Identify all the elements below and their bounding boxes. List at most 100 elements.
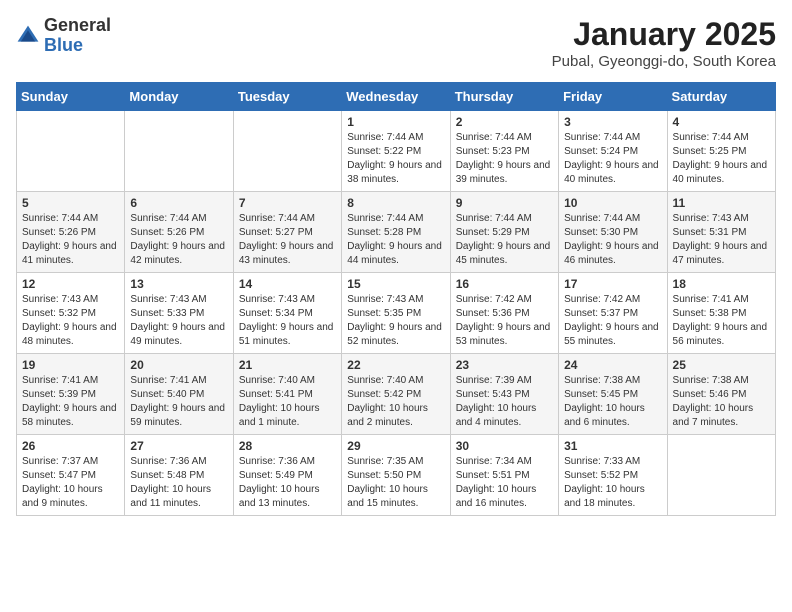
weekday-header-sunday: Sunday bbox=[17, 83, 125, 111]
cell-content: Sunrise: 7:42 AM Sunset: 5:37 PM Dayligh… bbox=[564, 294, 659, 347]
day-number: 28 bbox=[239, 439, 336, 453]
calendar-cell: 16 Sunrise: 7:42 AM Sunset: 5:36 PM Dayl… bbox=[450, 273, 558, 354]
logo: General Blue bbox=[16, 16, 111, 56]
calendar-cell bbox=[125, 111, 233, 192]
day-number: 8 bbox=[347, 196, 444, 210]
cell-content: Sunrise: 7:41 AM Sunset: 5:40 PM Dayligh… bbox=[130, 375, 225, 428]
calendar-cell: 13 Sunrise: 7:43 AM Sunset: 5:33 PM Dayl… bbox=[125, 273, 233, 354]
cell-content: Sunrise: 7:40 AM Sunset: 5:42 PM Dayligh… bbox=[347, 375, 428, 428]
day-number: 21 bbox=[239, 358, 336, 372]
day-number: 30 bbox=[456, 439, 553, 453]
day-number: 4 bbox=[673, 115, 770, 129]
day-number: 22 bbox=[347, 358, 444, 372]
cell-content: Sunrise: 7:37 AM Sunset: 5:47 PM Dayligh… bbox=[22, 456, 103, 509]
cell-content: Sunrise: 7:43 AM Sunset: 5:34 PM Dayligh… bbox=[239, 294, 334, 347]
day-number: 25 bbox=[673, 358, 770, 372]
calendar-cell: 21 Sunrise: 7:40 AM Sunset: 5:41 PM Dayl… bbox=[233, 354, 341, 435]
day-number: 18 bbox=[673, 277, 770, 291]
calendar-cell: 30 Sunrise: 7:34 AM Sunset: 5:51 PM Dayl… bbox=[450, 435, 558, 516]
day-number: 2 bbox=[456, 115, 553, 129]
logo-blue-text: Blue bbox=[44, 36, 111, 56]
weekday-header-monday: Monday bbox=[125, 83, 233, 111]
cell-content: Sunrise: 7:44 AM Sunset: 5:26 PM Dayligh… bbox=[130, 213, 225, 266]
day-number: 24 bbox=[564, 358, 661, 372]
calendar-cell: 24 Sunrise: 7:38 AM Sunset: 5:45 PM Dayl… bbox=[559, 354, 667, 435]
location: Pubal, Gyeonggi-do, South Korea bbox=[552, 53, 776, 70]
calendar-cell: 31 Sunrise: 7:33 AM Sunset: 5:52 PM Dayl… bbox=[559, 435, 667, 516]
calendar-cell bbox=[17, 111, 125, 192]
calendar-week-3: 12 Sunrise: 7:43 AM Sunset: 5:32 PM Dayl… bbox=[17, 273, 776, 354]
day-number: 6 bbox=[130, 196, 227, 210]
calendar-cell: 5 Sunrise: 7:44 AM Sunset: 5:26 PM Dayli… bbox=[17, 192, 125, 273]
calendar-cell: 10 Sunrise: 7:44 AM Sunset: 5:30 PM Dayl… bbox=[559, 192, 667, 273]
cell-content: Sunrise: 7:43 AM Sunset: 5:35 PM Dayligh… bbox=[347, 294, 442, 347]
month-title: January 2025 bbox=[552, 16, 776, 53]
cell-content: Sunrise: 7:44 AM Sunset: 5:28 PM Dayligh… bbox=[347, 213, 442, 266]
calendar-cell: 4 Sunrise: 7:44 AM Sunset: 5:25 PM Dayli… bbox=[667, 111, 775, 192]
calendar-week-1: 1 Sunrise: 7:44 AM Sunset: 5:22 PM Dayli… bbox=[17, 111, 776, 192]
logo-icon bbox=[16, 24, 40, 48]
weekday-header-wednesday: Wednesday bbox=[342, 83, 450, 111]
calendar-cell: 8 Sunrise: 7:44 AM Sunset: 5:28 PM Dayli… bbox=[342, 192, 450, 273]
calendar-week-5: 26 Sunrise: 7:37 AM Sunset: 5:47 PM Dayl… bbox=[17, 435, 776, 516]
page-header: General Blue January 2025 Pubal, Gyeongg… bbox=[16, 16, 776, 70]
calendar-cell: 7 Sunrise: 7:44 AM Sunset: 5:27 PM Dayli… bbox=[233, 192, 341, 273]
calendar-cell bbox=[667, 435, 775, 516]
weekday-header-thursday: Thursday bbox=[450, 83, 558, 111]
calendar-cell: 1 Sunrise: 7:44 AM Sunset: 5:22 PM Dayli… bbox=[342, 111, 450, 192]
cell-content: Sunrise: 7:38 AM Sunset: 5:45 PM Dayligh… bbox=[564, 375, 645, 428]
calendar-cell: 25 Sunrise: 7:38 AM Sunset: 5:46 PM Dayl… bbox=[667, 354, 775, 435]
cell-content: Sunrise: 7:38 AM Sunset: 5:46 PM Dayligh… bbox=[673, 375, 754, 428]
day-number: 29 bbox=[347, 439, 444, 453]
cell-content: Sunrise: 7:44 AM Sunset: 5:24 PM Dayligh… bbox=[564, 132, 659, 185]
weekday-header-row: SundayMondayTuesdayWednesdayThursdayFrid… bbox=[17, 83, 776, 111]
calendar-cell: 11 Sunrise: 7:43 AM Sunset: 5:31 PM Dayl… bbox=[667, 192, 775, 273]
cell-content: Sunrise: 7:44 AM Sunset: 5:23 PM Dayligh… bbox=[456, 132, 551, 185]
calendar-cell: 2 Sunrise: 7:44 AM Sunset: 5:23 PM Dayli… bbox=[450, 111, 558, 192]
cell-content: Sunrise: 7:42 AM Sunset: 5:36 PM Dayligh… bbox=[456, 294, 551, 347]
calendar-cell: 20 Sunrise: 7:41 AM Sunset: 5:40 PM Dayl… bbox=[125, 354, 233, 435]
cell-content: Sunrise: 7:36 AM Sunset: 5:49 PM Dayligh… bbox=[239, 456, 320, 509]
cell-content: Sunrise: 7:40 AM Sunset: 5:41 PM Dayligh… bbox=[239, 375, 320, 428]
cell-content: Sunrise: 7:41 AM Sunset: 5:38 PM Dayligh… bbox=[673, 294, 768, 347]
day-number: 3 bbox=[564, 115, 661, 129]
day-number: 1 bbox=[347, 115, 444, 129]
day-number: 19 bbox=[22, 358, 119, 372]
calendar-cell: 27 Sunrise: 7:36 AM Sunset: 5:48 PM Dayl… bbox=[125, 435, 233, 516]
day-number: 12 bbox=[22, 277, 119, 291]
calendar-cell: 29 Sunrise: 7:35 AM Sunset: 5:50 PM Dayl… bbox=[342, 435, 450, 516]
cell-content: Sunrise: 7:36 AM Sunset: 5:48 PM Dayligh… bbox=[130, 456, 211, 509]
calendar-cell: 28 Sunrise: 7:36 AM Sunset: 5:49 PM Dayl… bbox=[233, 435, 341, 516]
day-number: 5 bbox=[22, 196, 119, 210]
cell-content: Sunrise: 7:44 AM Sunset: 5:30 PM Dayligh… bbox=[564, 213, 659, 266]
calendar-cell: 9 Sunrise: 7:44 AM Sunset: 5:29 PM Dayli… bbox=[450, 192, 558, 273]
cell-content: Sunrise: 7:33 AM Sunset: 5:52 PM Dayligh… bbox=[564, 456, 645, 509]
calendar-cell: 17 Sunrise: 7:42 AM Sunset: 5:37 PM Dayl… bbox=[559, 273, 667, 354]
calendar-week-4: 19 Sunrise: 7:41 AM Sunset: 5:39 PM Dayl… bbox=[17, 354, 776, 435]
calendar-table: SundayMondayTuesdayWednesdayThursdayFrid… bbox=[16, 82, 776, 516]
calendar-week-2: 5 Sunrise: 7:44 AM Sunset: 5:26 PM Dayli… bbox=[17, 192, 776, 273]
title-section: January 2025 Pubal, Gyeonggi-do, South K… bbox=[552, 16, 776, 70]
cell-content: Sunrise: 7:34 AM Sunset: 5:51 PM Dayligh… bbox=[456, 456, 537, 509]
cell-content: Sunrise: 7:44 AM Sunset: 5:29 PM Dayligh… bbox=[456, 213, 551, 266]
cell-content: Sunrise: 7:44 AM Sunset: 5:27 PM Dayligh… bbox=[239, 213, 334, 266]
calendar-cell: 19 Sunrise: 7:41 AM Sunset: 5:39 PM Dayl… bbox=[17, 354, 125, 435]
calendar-cell: 23 Sunrise: 7:39 AM Sunset: 5:43 PM Dayl… bbox=[450, 354, 558, 435]
calendar-cell: 6 Sunrise: 7:44 AM Sunset: 5:26 PM Dayli… bbox=[125, 192, 233, 273]
calendar-cell: 18 Sunrise: 7:41 AM Sunset: 5:38 PM Dayl… bbox=[667, 273, 775, 354]
weekday-header-friday: Friday bbox=[559, 83, 667, 111]
day-number: 26 bbox=[22, 439, 119, 453]
cell-content: Sunrise: 7:41 AM Sunset: 5:39 PM Dayligh… bbox=[22, 375, 117, 428]
day-number: 15 bbox=[347, 277, 444, 291]
day-number: 7 bbox=[239, 196, 336, 210]
calendar-cell: 15 Sunrise: 7:43 AM Sunset: 5:35 PM Dayl… bbox=[342, 273, 450, 354]
calendar-cell bbox=[233, 111, 341, 192]
calendar-cell: 3 Sunrise: 7:44 AM Sunset: 5:24 PM Dayli… bbox=[559, 111, 667, 192]
cell-content: Sunrise: 7:44 AM Sunset: 5:22 PM Dayligh… bbox=[347, 132, 442, 185]
cell-content: Sunrise: 7:44 AM Sunset: 5:26 PM Dayligh… bbox=[22, 213, 117, 266]
calendar-cell: 12 Sunrise: 7:43 AM Sunset: 5:32 PM Dayl… bbox=[17, 273, 125, 354]
weekday-header-tuesday: Tuesday bbox=[233, 83, 341, 111]
logo-general-text: General bbox=[44, 16, 111, 36]
day-number: 11 bbox=[673, 196, 770, 210]
cell-content: Sunrise: 7:43 AM Sunset: 5:32 PM Dayligh… bbox=[22, 294, 117, 347]
